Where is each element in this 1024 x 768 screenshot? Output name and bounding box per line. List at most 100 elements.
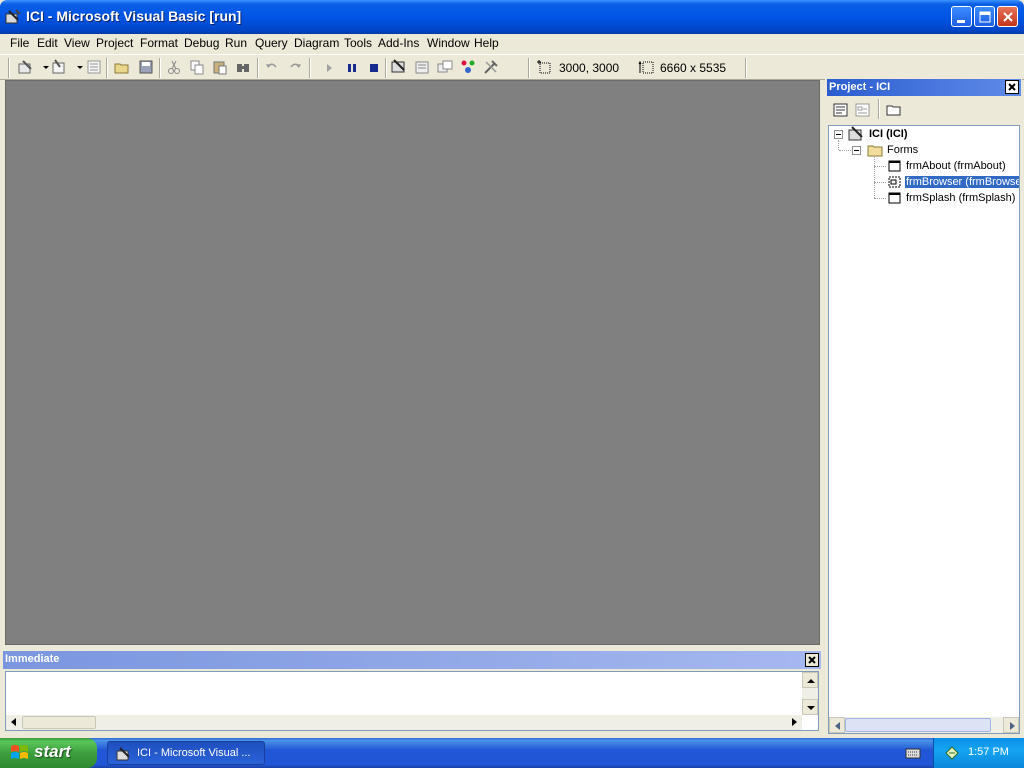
- form-size-readout: 6660 x 5535: [660, 61, 727, 75]
- close-icon: [1003, 12, 1013, 22]
- end-stop-icon[interactable]: [365, 58, 383, 76]
- toolbar-separator: [385, 58, 387, 78]
- network-icon[interactable]: [944, 745, 960, 761]
- tree-item-frmbrowser[interactable]: frmBrowser (frmBrowser): [905, 176, 1019, 188]
- immediate-horizontal-scrollbar[interactable]: [6, 715, 802, 730]
- toolbar-separator: [878, 99, 880, 119]
- form-layout-icon[interactable]: [436, 58, 454, 76]
- scroll-left-button[interactable]: [829, 717, 845, 733]
- tree-connector: [838, 140, 839, 150]
- add-project-icon[interactable]: [17, 58, 35, 76]
- menu-tools[interactable]: Tools: [344, 36, 372, 50]
- menu-view[interactable]: View: [64, 36, 90, 50]
- object-browser-icon[interactable]: [459, 58, 477, 76]
- menu-debug[interactable]: Debug: [184, 36, 219, 50]
- mdi-workspace[interactable]: [5, 80, 820, 645]
- start-run-icon[interactable]: [320, 58, 338, 76]
- menu-run[interactable]: Run: [225, 36, 247, 50]
- close-icon: [1008, 83, 1016, 91]
- horizontal-scroll-thumb[interactable]: [845, 718, 991, 732]
- start-label: start: [34, 742, 71, 761]
- form-icon: [888, 160, 901, 172]
- view-object-icon[interactable]: [854, 101, 872, 119]
- copy-icon[interactable]: [188, 58, 206, 76]
- view-code-icon[interactable]: [832, 101, 850, 119]
- window-title: ICI - Microsoft Visual Basic [run]: [26, 8, 242, 24]
- menu-query[interactable]: Query: [255, 36, 288, 50]
- menu-bar: File Edit View Project Format Debug Run …: [0, 34, 1024, 54]
- tree-root-label[interactable]: ICI (ICI): [869, 128, 908, 140]
- cut-icon[interactable]: [165, 58, 183, 76]
- close-window-button[interactable]: [997, 6, 1018, 27]
- project-horizontal-scrollbar[interactable]: [829, 717, 1019, 733]
- menu-diagram[interactable]: Diagram: [294, 36, 339, 50]
- project-explorer-icon[interactable]: [390, 58, 408, 76]
- arrow-left-icon[interactable]: [8, 716, 20, 728]
- menu-project[interactable]: Project: [96, 36, 133, 50]
- menu-editor-icon[interactable]: [85, 58, 103, 76]
- toolbar-separator: [745, 58, 747, 78]
- project-explorer-panel: Project - ICI ICI (ICI) Forms frmAbout (…: [825, 78, 1022, 734]
- redo-icon[interactable]: [286, 58, 304, 76]
- menu-format[interactable]: Format: [140, 36, 178, 50]
- keyboard-icon[interactable]: [905, 746, 921, 760]
- toolbar-separator: [257, 58, 259, 78]
- menu-help[interactable]: Help: [474, 36, 499, 50]
- tree-item-frmsplash[interactable]: frmSplash (frmSplash): [906, 192, 1015, 204]
- arrow-right-icon: [1010, 722, 1015, 730]
- menu-window[interactable]: Window: [427, 36, 470, 50]
- visual-basic-app-icon[interactable]: [5, 9, 21, 25]
- tree-folder-label[interactable]: Forms: [887, 144, 918, 156]
- system-clock[interactable]: 1:57 PM: [968, 746, 1009, 758]
- start-button[interactable]: start: [0, 738, 97, 768]
- project-title-bar[interactable]: Project - ICI: [827, 79, 1021, 96]
- tree-item-frmabout[interactable]: frmAbout (frmAbout): [906, 160, 1006, 172]
- immediate-title-bar[interactable]: Immediate: [3, 651, 821, 669]
- project-toolbar: [827, 98, 1021, 124]
- scroll-down-button[interactable]: [802, 699, 818, 715]
- find-icon[interactable]: [234, 58, 252, 76]
- collapse-forms-toggle[interactable]: [852, 146, 861, 155]
- menu-file[interactable]: File: [10, 36, 29, 50]
- maximize-button[interactable]: [974, 6, 995, 27]
- form-icon: [888, 176, 901, 188]
- horizontal-scroll-thumb[interactable]: [22, 716, 96, 729]
- toolbar-separator: [528, 58, 530, 78]
- paste-icon[interactable]: [211, 58, 229, 76]
- undo-icon[interactable]: [263, 58, 281, 76]
- taskbar-button-visual-basic[interactable]: ICI - Microsoft Visual ...: [107, 741, 265, 765]
- scroll-right-button[interactable]: [1003, 717, 1019, 733]
- menu-edit[interactable]: Edit: [37, 36, 58, 50]
- title-bar[interactable]: ICI - Microsoft Visual Basic [run]: [0, 0, 1024, 34]
- toggle-folders-icon[interactable]: [885, 101, 903, 119]
- immediate-vertical-scrollbar[interactable]: [802, 672, 818, 715]
- add-form-icon[interactable]: [50, 58, 68, 76]
- visual-basic-app-icon: [116, 747, 130, 761]
- save-project-icon[interactable]: [137, 58, 155, 76]
- tree-connector: [839, 150, 853, 151]
- toolbar-grip[interactable]: [8, 58, 10, 78]
- open-project-icon[interactable]: [113, 58, 131, 76]
- menu-add-ins[interactable]: Add-Ins: [378, 36, 419, 50]
- scroll-up-button[interactable]: [802, 672, 818, 688]
- close-project-button[interactable]: [1005, 80, 1019, 94]
- arrow-left-icon: [835, 722, 840, 730]
- break-pause-icon[interactable]: [343, 58, 361, 76]
- size-icon: [638, 60, 654, 74]
- standard-toolbar: 3000, 3000 6660 x 5535: [0, 54, 1024, 80]
- project-title: Project - ICI: [829, 81, 891, 93]
- vb-project-icon: [848, 126, 863, 141]
- tree-connector: [874, 198, 886, 199]
- collapse-root-toggle[interactable]: [834, 130, 843, 139]
- immediate-text-area[interactable]: [5, 671, 819, 731]
- toolbar-separator: [159, 58, 161, 78]
- position-icon: [537, 60, 551, 74]
- tree-connector: [874, 166, 886, 167]
- properties-window-icon[interactable]: [413, 58, 431, 76]
- toolbox-icon[interactable]: [482, 58, 500, 76]
- minimize-button[interactable]: [951, 6, 972, 27]
- tree-connector: [874, 154, 875, 198]
- windows-logo-icon: [11, 745, 28, 759]
- arrow-right-icon[interactable]: [788, 716, 800, 728]
- close-immediate-button[interactable]: [805, 653, 819, 667]
